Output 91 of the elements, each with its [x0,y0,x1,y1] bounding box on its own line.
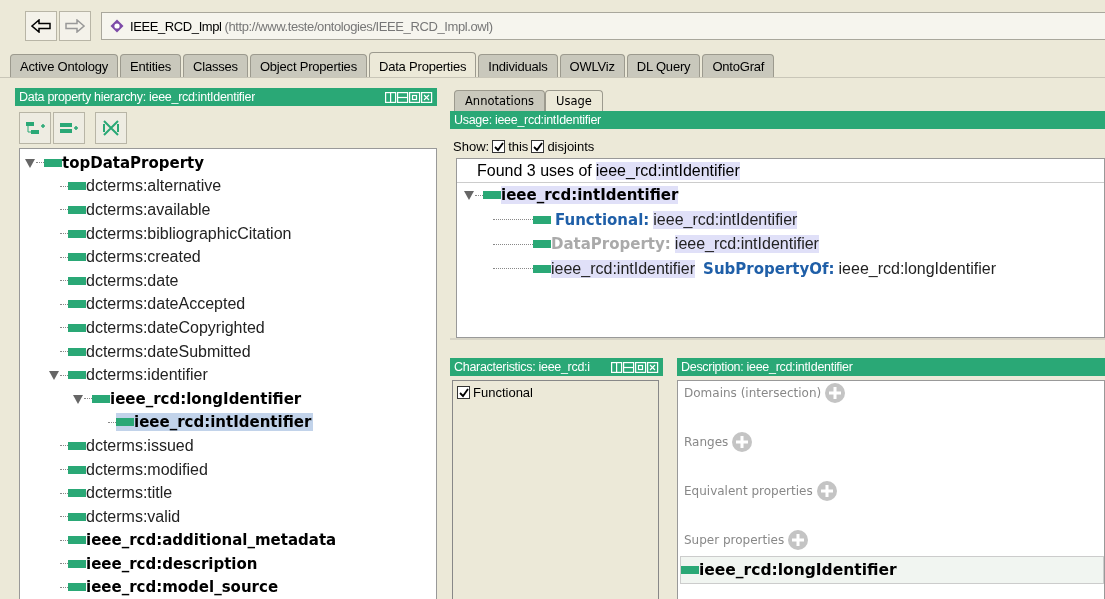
panel-title: Usage: ieee_rcd:intIdentifier [450,111,1105,129]
data-property-icon [68,465,86,474]
add-icon[interactable] [816,481,837,501]
super-property-entry[interactable]: ieee_rcd:longIdentifier [680,556,1104,584]
checkbox-label: Functional [473,385,533,400]
checkbox-label: disjoints [547,139,595,154]
data-property-icon [68,489,86,498]
section-label: Domains (intersection) [684,386,822,400]
back-arrow-icon [31,19,51,33]
data-property-icon [68,536,86,545]
tab[interactable]: Annotations [454,90,546,111]
tab[interactable]: Usage [545,90,603,111]
data-property-icon [681,566,699,574]
data-property-icon [68,512,86,521]
tab[interactable]: Object Properties [249,54,367,77]
back-button[interactable] [25,11,57,41]
show-label: Show: [453,139,490,154]
data-property-icon [533,215,551,224]
data-property-icon [116,418,134,427]
tree-item[interactable]: dcterms:date [68,271,181,290]
tab[interactable]: OntoGraf [702,54,775,77]
delete-button[interactable] [95,112,127,144]
add-subproperty-icon [25,120,45,136]
entry-label: ieee_rcd:longIdentifier [699,561,897,579]
axiom-token: ieee_rcd:longIdentifier [838,259,996,278]
view-controls-icon[interactable] [611,361,659,373]
view-controls-icon[interactable] [385,91,433,103]
section-label: Super properties [684,533,785,547]
tab[interactable]: OWLViz [559,54,625,77]
section-label: Ranges [684,435,729,449]
add-subproperty-button[interactable] [19,112,51,144]
data-property-icon [533,264,551,273]
data-property-icon [68,182,86,191]
data-property-icon [68,583,86,592]
panel-title: Data property hierarchy: ieee_rcd:intIdentifier [19,90,256,104]
ontology-field[interactable]: IEEE_RCD_Impl (http://www.teste/ontologies/IEEE_RCD_Impl.owl) [101,12,1105,40]
add-icon[interactable] [825,383,846,403]
panel-title: Characteristics: ieee_rcd:i [454,360,590,374]
checkbox[interactable] [531,140,545,153]
data-property-icon [533,240,551,249]
section-label: Equivalent properties [684,484,813,498]
add-sibling-button[interactable] [53,112,85,144]
data-property-icon [68,371,86,380]
data-property-icon [68,559,86,568]
axiom-token: ieee_rcd:intIdentifier [674,235,819,254]
tree-item[interactable]: dcterms:title [68,484,175,503]
axiom-token: SubPropertyOf: [703,259,835,278]
add-sibling-icon [59,120,79,136]
axiom-token: DataProperty: [551,235,671,254]
data-property-icon [68,347,86,356]
expand-toggle[interactable] [48,369,60,382]
checkbox[interactable] [492,140,506,153]
tree-item-label: dcterms:issued [86,436,194,455]
axiom-token: Functional: [555,210,650,229]
add-icon[interactable] [788,530,809,550]
data-property-icon [68,300,86,309]
tree-item-label: dcterms:date [86,271,179,290]
panel-title: Description: ieee_rcd:intIdentifier [677,358,1105,376]
expand-toggle[interactable] [463,189,475,202]
axiom-token: ieee_rcd:intIdentifier [551,259,696,278]
tab[interactable]: DL Query [626,54,701,77]
data-property-icon [68,229,86,238]
usage-summary: Found 3 uses of [477,162,592,180]
tree-item[interactable]: dcterms:valid [68,507,183,526]
tab[interactable]: Classes [183,54,248,77]
entity-name: ieee_rcd:intIdentifier [595,162,740,180]
data-property-icon [68,206,86,214]
data-property-icon [68,276,86,285]
delete-icon [102,119,120,137]
checkbox-label: this [508,139,529,154]
expand-toggle[interactable] [24,156,36,169]
tab[interactable]: Entities [120,54,182,77]
tab[interactable]: Active Ontology [10,54,119,77]
axiom-token: ieee_rcd:intIdentifier [653,210,798,229]
data-property-icon [68,441,86,450]
expand-toggle[interactable] [72,392,84,405]
data-property-icon [92,394,110,403]
checkbox[interactable] [457,386,470,399]
tree-item[interactable]: dcterms:issued [68,436,196,455]
data-property-icon [44,158,62,167]
tree-item-label: dcterms:title [86,484,173,503]
ontology-icon [110,19,124,33]
tab[interactable]: Data Properties [368,52,477,77]
data-property-icon [483,191,501,200]
data-property-icon [68,323,86,332]
add-icon[interactable] [732,432,753,452]
usage-root-label: ieee_rcd:intIdentifier [501,186,679,205]
tab[interactable]: Individuals [478,54,558,77]
data-property-icon [68,253,86,262]
forward-arrow-icon [65,19,85,33]
tree-item-label: dcterms:valid [86,507,181,526]
